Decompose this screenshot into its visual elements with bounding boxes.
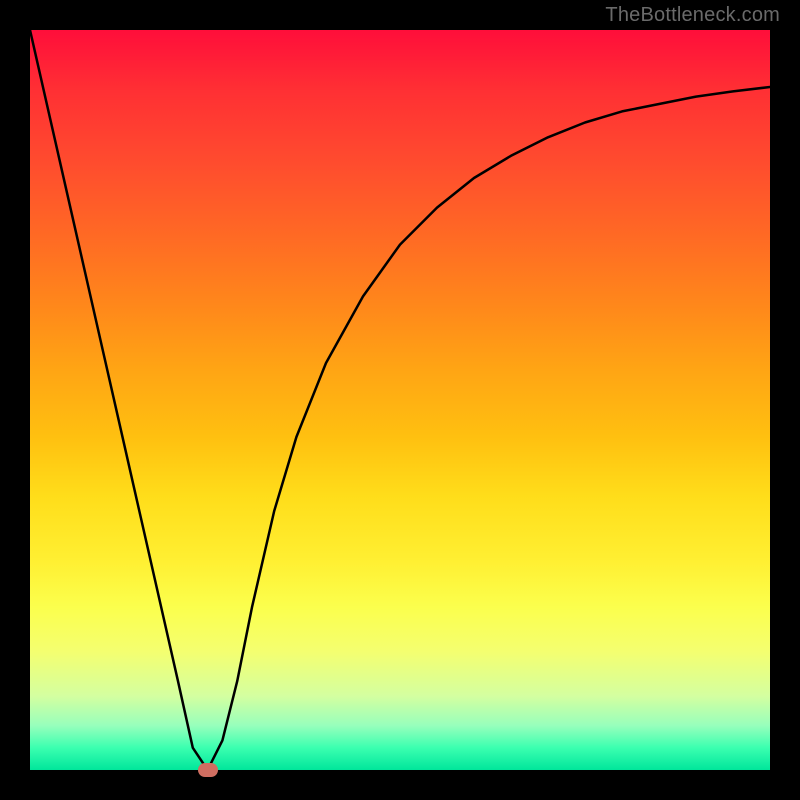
minimum-marker xyxy=(198,763,218,777)
watermark-text: TheBottleneck.com xyxy=(605,4,780,27)
plot-area xyxy=(30,30,770,770)
bottleneck-curve xyxy=(30,30,770,770)
chart-frame: TheBottleneck.com xyxy=(0,0,800,800)
